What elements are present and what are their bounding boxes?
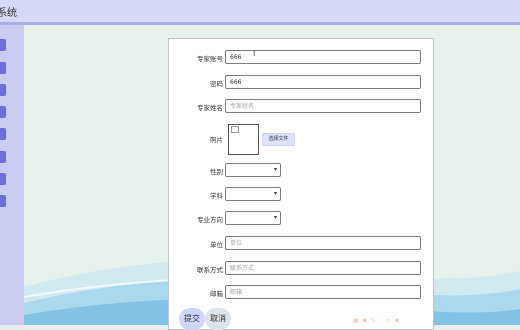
- form-row-email: 邮箱: [169, 285, 433, 301]
- form-row-unit: 单位: [169, 236, 433, 252]
- subject-select[interactable]: ▾: [225, 187, 281, 201]
- sidebar-item[interactable]: [0, 173, 6, 185]
- chevron-down-icon: ▾: [273, 190, 277, 197]
- sidebar-item[interactable]: [0, 128, 6, 140]
- email-input[interactable]: [225, 285, 421, 299]
- gender-label: 性别: [210, 168, 223, 176]
- chevron-down-icon: ▾: [273, 166, 277, 173]
- unit-input[interactable]: [225, 236, 421, 250]
- form-row-subject: 学科 ▾: [169, 187, 433, 203]
- unit-label: 单位: [210, 241, 223, 249]
- form-row-gender: 性别 ▾: [169, 163, 433, 179]
- direction-label: 专业方向: [197, 216, 223, 224]
- expert-form: 专家账号 密码 专家姓名 照片 选择文件 性别 ▾ 学科 ▾ 专业方向 ▾ 单位: [168, 38, 434, 330]
- form-row-password: 密码: [169, 75, 433, 91]
- name-label: 专家姓名: [197, 104, 223, 112]
- form-row-photo: 照片: [169, 131, 433, 147]
- sidebar-item[interactable]: [0, 151, 6, 163]
- password-input[interactable]: [225, 75, 421, 89]
- submit-button[interactable]: 提交: [179, 308, 205, 330]
- photo-label: 照片: [210, 136, 223, 144]
- form-row-account: 专家账号: [169, 50, 433, 66]
- contact-input[interactable]: [225, 261, 421, 275]
- email-label: 邮箱: [210, 290, 223, 298]
- account-label: 专家账号: [197, 55, 223, 63]
- sidebar-item[interactable]: [0, 195, 6, 207]
- photo-preview: [228, 124, 259, 155]
- chevron-down-icon: ▾: [273, 214, 277, 221]
- contact-label: 联系方式: [197, 266, 223, 274]
- cancel-button[interactable]: 取消: [205, 308, 231, 330]
- app-title: 系统: [0, 8, 17, 19]
- sidebar-item[interactable]: [0, 106, 6, 118]
- form-row-name: 专家姓名: [169, 99, 433, 115]
- form-row-contact: 联系方式: [169, 261, 433, 277]
- sidebar-item[interactable]: [0, 62, 6, 74]
- choose-file-button[interactable]: 选择文件: [262, 133, 295, 146]
- password-label: 密码: [210, 80, 223, 88]
- form-row-direction: 专业方向 ▾: [169, 211, 433, 227]
- watermark: ▣ ▪ ✎ ◦ ▫ ▪: [353, 317, 400, 324]
- direction-select[interactable]: ▾: [225, 211, 281, 225]
- gender-select[interactable]: ▾: [225, 163, 281, 177]
- name-input[interactable]: [225, 99, 421, 113]
- sidebar-item[interactable]: [0, 84, 6, 96]
- sidebar: [0, 25, 24, 325]
- header-bar: 系统: [0, 0, 520, 25]
- text-cursor-icon: I: [253, 49, 256, 58]
- subject-label: 学科: [210, 192, 223, 200]
- sidebar-item[interactable]: [0, 39, 6, 51]
- broken-image-icon: [231, 126, 239, 133]
